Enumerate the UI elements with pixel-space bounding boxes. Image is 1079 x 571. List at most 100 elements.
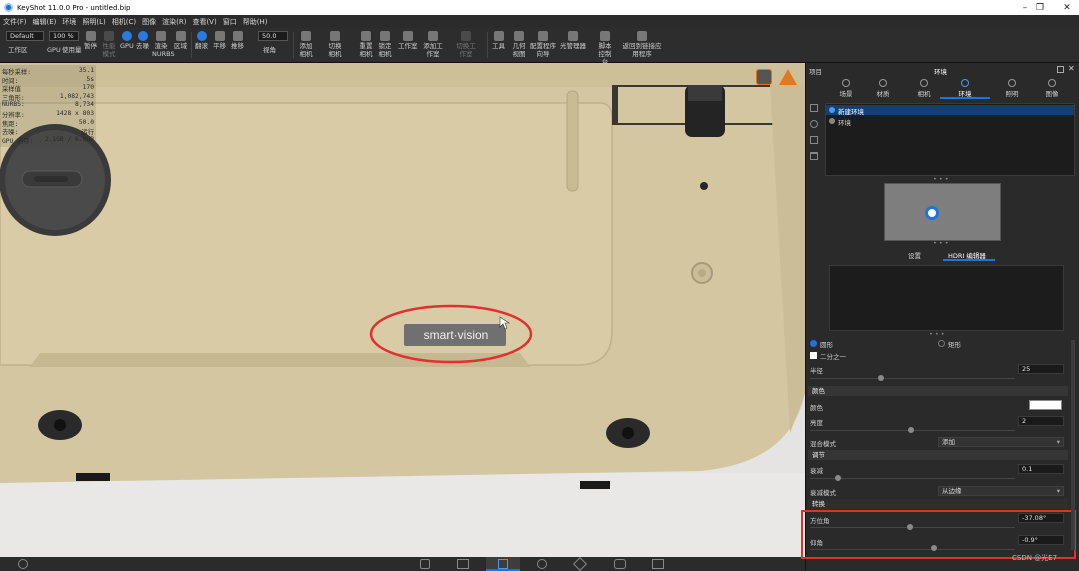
shape-rect-radio[interactable] bbox=[938, 340, 945, 347]
azimuth-field[interactable]: -37.08° bbox=[1018, 513, 1064, 523]
half-checkbox[interactable] bbox=[810, 352, 817, 359]
radius-slider-track[interactable] bbox=[810, 378, 1015, 379]
menu-window[interactable]: 窗口 bbox=[223, 17, 237, 27]
transform-section-header[interactable]: 转换 bbox=[808, 499, 1068, 509]
performance-mode-button[interactable]: 性能模式 bbox=[102, 31, 116, 58]
menu-edit[interactable]: 编辑(E) bbox=[33, 17, 57, 27]
pan-button[interactable]: 平移 bbox=[213, 31, 226, 50]
panel-tab-label: 场景 bbox=[839, 90, 853, 98]
region-button[interactable]: 区域 bbox=[174, 31, 187, 50]
lock-camera-button[interactable]: 锁定相机 bbox=[377, 31, 393, 58]
render-viewport[interactable]: smart·vision 每秒采样: 35.1 时间: 5s 采样值 170 三角形: 1,0… bbox=[0, 63, 805, 557]
copy-environment-icon[interactable] bbox=[810, 136, 818, 144]
color-swatch[interactable] bbox=[1029, 400, 1062, 410]
lock-viewport-icon[interactable] bbox=[756, 69, 772, 85]
light-manager-button[interactable]: 光管理器 bbox=[560, 31, 586, 50]
menu-image[interactable]: 图像 bbox=[142, 17, 156, 27]
duplicate-environment-icon[interactable] bbox=[810, 120, 818, 128]
light-pin-icon[interactable] bbox=[925, 206, 939, 220]
hud-key: GPU 内存: bbox=[2, 137, 34, 145]
return-linked-app-button[interactable]: 返回到链接应用程序 bbox=[622, 31, 662, 58]
library-icon[interactable] bbox=[457, 559, 469, 569]
cloud-library-icon[interactable] bbox=[18, 559, 28, 569]
elevation-slider-track[interactable] bbox=[810, 549, 1015, 550]
panel-tab[interactable]: 图像 bbox=[1035, 78, 1069, 98]
hud-row: GPU 内存: 2.1GB / 6.0GB bbox=[2, 136, 94, 145]
panel-tab[interactable]: 场景 bbox=[829, 78, 863, 98]
list-item-label: 环境 bbox=[838, 119, 851, 127]
fov-field[interactable]: 50.0 bbox=[258, 31, 288, 41]
menu-view[interactable]: 查看(V) bbox=[192, 17, 216, 27]
falloff-slider-handle[interactable] bbox=[835, 475, 841, 481]
elevation-field[interactable]: -0.9° bbox=[1018, 535, 1064, 545]
menu-camera[interactable]: 相机(C) bbox=[112, 17, 136, 27]
panel-tab[interactable]: 相机 bbox=[907, 78, 941, 98]
panel-tab[interactable]: 环境 bbox=[948, 78, 982, 98]
radius-slider-handle[interactable] bbox=[878, 375, 884, 381]
import-icon[interactable] bbox=[420, 559, 430, 569]
radius-field[interactable]: 25 bbox=[1018, 364, 1064, 374]
script-console-button[interactable]: 脚本控制台 bbox=[596, 31, 614, 66]
delete-environment-icon[interactable] bbox=[810, 152, 818, 160]
list-item[interactable]: 环境 bbox=[826, 116, 1074, 127]
elevation-slider-handle[interactable] bbox=[931, 545, 937, 551]
render-icon[interactable] bbox=[614, 559, 626, 569]
adjust-section-header[interactable]: 调节 bbox=[808, 450, 1068, 460]
screenshot-icon[interactable] bbox=[652, 559, 664, 569]
menu-help[interactable]: 帮助(H) bbox=[243, 17, 268, 27]
denoise-toggle[interactable]: 去噪 bbox=[136, 31, 149, 50]
splitter-handle[interactable]: • • • bbox=[933, 239, 949, 247]
float-panel-icon[interactable] bbox=[1057, 66, 1064, 73]
azimuth-slider-handle[interactable] bbox=[907, 524, 913, 530]
close-panel-icon[interactable]: ✕ bbox=[1068, 64, 1075, 73]
studio-button[interactable]: 工作室 bbox=[398, 31, 418, 50]
menu-environment[interactable]: 环境 bbox=[62, 17, 76, 27]
add-camera-icon bbox=[301, 31, 311, 41]
color-section-header[interactable]: 颜色 bbox=[808, 386, 1068, 396]
add-camera-button[interactable]: 添加相机 bbox=[298, 31, 314, 58]
brightness-field[interactable]: 2 bbox=[1018, 416, 1064, 426]
reset-camera-button[interactable]: 重置相机 bbox=[358, 31, 374, 58]
zoom-field[interactable]: 100 % bbox=[49, 31, 79, 41]
splitter-handle[interactable]: • • • bbox=[933, 175, 949, 183]
half-label: 二分之一 bbox=[820, 353, 846, 361]
environment-select[interactable]: Default bbox=[6, 31, 44, 41]
close-button[interactable]: ✕ bbox=[1052, 0, 1079, 15]
menu-lighting[interactable]: 照明(L) bbox=[82, 17, 105, 27]
gpu-toggle[interactable]: GPU bbox=[120, 31, 134, 50]
brightness-slider-handle[interactable] bbox=[908, 427, 914, 433]
switch-camera-button[interactable]: 切换相机 bbox=[327, 31, 343, 58]
maximize-button[interactable]: ❐ bbox=[1025, 0, 1055, 15]
dolly-button[interactable]: 推移 bbox=[231, 31, 244, 50]
list-item-selected[interactable]: 新建环境 bbox=[826, 105, 1074, 116]
workspace-button[interactable]: 工作区 bbox=[8, 46, 28, 54]
splitter-handle[interactable]: • • • bbox=[929, 330, 945, 338]
tools-button[interactable]: 工具 bbox=[492, 31, 505, 50]
keyshotxr-icon[interactable] bbox=[572, 556, 588, 571]
menu-file[interactable]: 文件(F) bbox=[3, 17, 27, 27]
shape-round-radio[interactable] bbox=[810, 340, 817, 347]
render-nurbs-toggle[interactable]: 渲染NURBS bbox=[152, 31, 175, 58]
panel-tab[interactable]: 材质 bbox=[866, 78, 900, 98]
script-console-icon bbox=[600, 31, 610, 41]
panel-scrollbar[interactable] bbox=[1071, 340, 1075, 550]
tools-icon bbox=[493, 31, 504, 41]
menu-render[interactable]: 渲染(R) bbox=[162, 17, 186, 27]
hdri-preview[interactable] bbox=[884, 183, 1001, 241]
switch-studio-button[interactable]: 切换工作室 bbox=[456, 31, 476, 58]
tumble-button[interactable]: 翻滚 bbox=[195, 31, 208, 50]
toolbar-divider bbox=[293, 32, 294, 58]
panel-tab[interactable]: 照明 bbox=[995, 78, 1029, 98]
subtab-settings[interactable]: 设置 bbox=[908, 250, 921, 260]
animation-icon[interactable] bbox=[537, 559, 547, 569]
configurator-wizard-button[interactable]: 配置程序向导 bbox=[530, 31, 556, 58]
falloff-mode-select[interactable]: 从边缘 bbox=[938, 486, 1064, 496]
add-environment-icon[interactable] bbox=[810, 104, 818, 112]
pause-button[interactable]: 暂停 bbox=[84, 31, 97, 50]
light-manager-icon bbox=[568, 31, 578, 41]
blend-mode-select[interactable]: 添加 bbox=[938, 437, 1064, 447]
usage-button[interactable]: 使用量 bbox=[62, 46, 82, 54]
geometry-view-button[interactable]: 几何视图 bbox=[511, 31, 527, 58]
falloff-field[interactable]: 0.1 bbox=[1018, 464, 1064, 474]
add-studio-button[interactable]: 添加工作室 bbox=[423, 31, 443, 58]
